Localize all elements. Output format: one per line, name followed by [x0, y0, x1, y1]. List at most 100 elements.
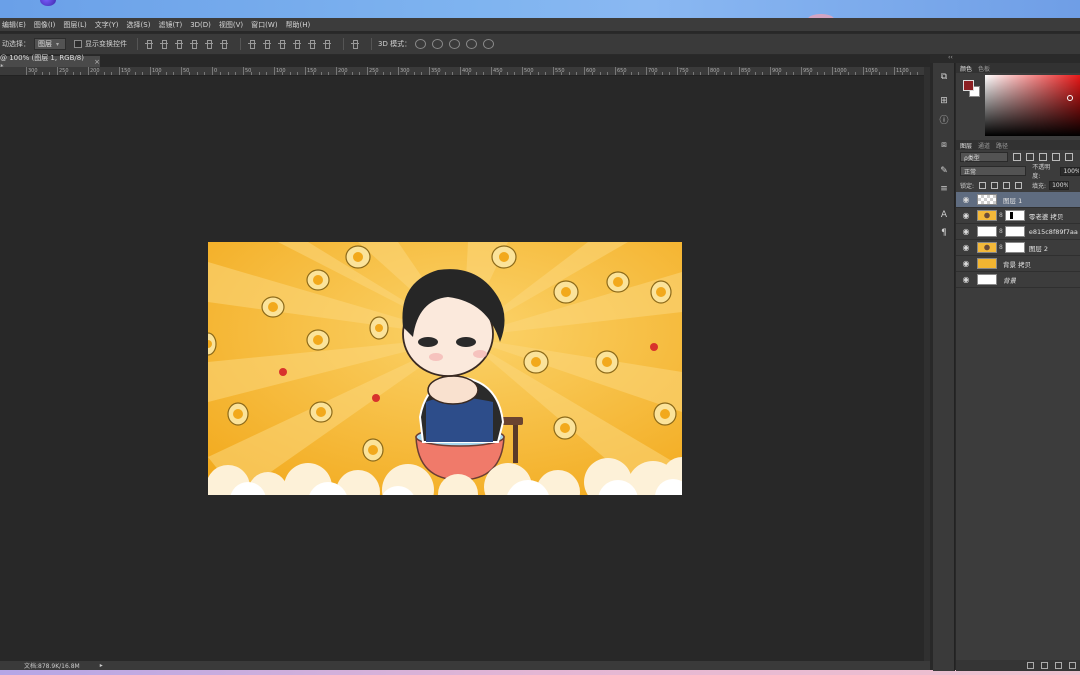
properties-icon[interactable]: ⊞: [938, 95, 950, 107]
menu-type[interactable]: 文字(Y): [95, 20, 119, 30]
menu-edit[interactable]: 编辑(E): [2, 20, 26, 30]
ruler-tick: [398, 67, 399, 75]
layer-mask-thumbnail[interactable]: [1004, 242, 1025, 253]
adjust-icon[interactable]: ≡: [938, 183, 950, 195]
lock-image-icon[interactable]: [991, 181, 999, 189]
ruler-minor-tick: [514, 72, 516, 75]
mask-link-icon[interactable]: 8: [999, 212, 1003, 219]
mask-link-icon[interactable]: 8: [999, 244, 1003, 251]
align-left-icon[interactable]: [189, 39, 199, 49]
ruler-tick: [615, 67, 616, 75]
collapse-chevron-icon[interactable]: ‹‹: [948, 54, 953, 61]
show-transform-checkbox[interactable]: [74, 40, 82, 48]
slide-3d-icon[interactable]: [466, 39, 478, 49]
artwork-canvas[interactable]: [208, 242, 682, 495]
eye-icon[interactable]: ◉: [961, 275, 971, 284]
eye-icon[interactable]: ◉: [961, 259, 971, 268]
ruler-minor-tick: [661, 72, 663, 75]
ruler-minor-tick: [785, 72, 787, 75]
paragraph-icon[interactable]: ¶: [938, 227, 950, 239]
ruler-tick: [832, 67, 833, 75]
layer-row[interactable]: ◉ 图层 1: [956, 192, 1080, 208]
ruler-minor-tick: [351, 72, 353, 75]
layer-mask-thumbnail[interactable]: [1004, 226, 1025, 237]
align-hcenter-icon[interactable]: [204, 39, 214, 49]
tab-paths[interactable]: 路径: [996, 141, 1008, 150]
align-right-icon[interactable]: [219, 39, 229, 49]
eye-icon[interactable]: ◉: [961, 227, 971, 236]
layer-style-icon[interactable]: [1041, 662, 1048, 669]
scale-3d-icon[interactable]: [483, 39, 495, 49]
layer-thumbnail: [977, 258, 997, 269]
tab-channels[interactable]: 通道: [978, 141, 990, 150]
menu-3d[interactable]: 3D(D): [190, 21, 211, 29]
filter-shape-icon[interactable]: [1052, 153, 1060, 161]
filter-smart-icon[interactable]: [1065, 153, 1073, 161]
menu-filter[interactable]: 滤镜(T): [158, 20, 182, 30]
status-menu-arrow-icon[interactable]: ▸: [100, 662, 103, 669]
distribute-bottom-icon[interactable]: [277, 39, 287, 49]
brush-preset-icon[interactable]: ✎: [938, 165, 950, 177]
menu-view[interactable]: 视图(V): [219, 20, 243, 30]
layer-row[interactable]: ◉ 背景 拷贝: [956, 256, 1080, 272]
link-layers-icon[interactable]: [1027, 662, 1034, 669]
menu-layer[interactable]: 图层(L): [63, 20, 86, 30]
tab-swatches[interactable]: 色板: [978, 64, 990, 73]
filter-type-icon[interactable]: [1039, 153, 1047, 161]
foreground-color-swatch[interactable]: [963, 80, 974, 91]
ruler-minor-tick: [886, 72, 888, 75]
distribute-top-icon[interactable]: [247, 39, 257, 49]
fill-input[interactable]: 100%: [1049, 180, 1070, 190]
align-bottom-icon[interactable]: [174, 39, 184, 49]
pan-3d-icon[interactable]: [449, 39, 461, 49]
eye-icon[interactable]: ◉: [961, 211, 971, 220]
character-icon[interactable]: A: [938, 209, 950, 221]
lock-transparent-icon[interactable]: [979, 181, 987, 189]
auto-select-dropdown[interactable]: 图层: [34, 38, 66, 50]
align-vcenter-icon[interactable]: [159, 39, 169, 49]
layer-row[interactable]: ◉ 8 e815c8f89f7aa: [956, 224, 1080, 240]
distribute-hcenter-icon[interactable]: [307, 39, 317, 49]
menu-window[interactable]: 窗口(W): [251, 20, 277, 30]
menu-image[interactable]: 图像(I): [34, 20, 56, 30]
layer-name: e815c8f89f7aa: [1028, 227, 1078, 236]
layer-row[interactable]: ◉ 8 零老婆 拷贝: [956, 208, 1080, 224]
layer-row[interactable]: ◉ 8 图层 2: [956, 240, 1080, 256]
ruler-minor-tick: [405, 72, 407, 75]
eye-icon[interactable]: ◉: [961, 243, 971, 252]
history-icon[interactable]: ⧉: [938, 71, 950, 83]
align-top-icon[interactable]: [144, 39, 154, 49]
add-mask-icon[interactable]: [1055, 662, 1062, 669]
layer-row[interactable]: ◉ 背景: [956, 272, 1080, 288]
distribute-left-icon[interactable]: [292, 39, 302, 49]
blend-mode-select[interactable]: 正常: [960, 166, 1027, 176]
new-adjustment-icon[interactable]: [1069, 662, 1076, 669]
color-picker-field[interactable]: [985, 75, 1080, 136]
tab-layers[interactable]: 图层: [960, 141, 972, 150]
distribute-right-icon[interactable]: [322, 39, 332, 49]
lock-position-icon[interactable]: [1003, 181, 1011, 189]
clone-source-icon[interactable]: ⧈: [938, 139, 950, 151]
mask-link-icon[interactable]: 8: [999, 228, 1003, 235]
layer-kind-filter[interactable]: ρ类型: [960, 152, 1008, 162]
menu-help[interactable]: 帮助(H): [286, 20, 311, 30]
auto-align-icon[interactable]: [350, 39, 360, 49]
layer-mask-thumbnail[interactable]: [1004, 210, 1025, 221]
tab-color[interactable]: 颜色: [960, 64, 972, 73]
rotate-3d-icon[interactable]: [415, 39, 427, 49]
opacity-input[interactable]: 100%: [1060, 166, 1080, 176]
close-icon[interactable]: ×: [94, 58, 100, 66]
document-tab[interactable]: @ 100% (图层 1, RGB/8) * ×: [0, 54, 100, 71]
panel-collapse-bar[interactable]: ‹‹: [930, 54, 1080, 63]
distribute-vcenter-icon[interactable]: [262, 39, 272, 49]
roll-3d-icon[interactable]: [432, 39, 444, 49]
ruler-minor-tick: [498, 72, 500, 75]
lock-all-icon[interactable]: [1015, 181, 1023, 189]
filter-pixel-icon[interactable]: [1013, 153, 1021, 161]
menu-select[interactable]: 选择(S): [127, 20, 151, 30]
info-icon[interactable]: ⓘ: [938, 113, 950, 126]
eye-icon[interactable]: ◉: [961, 195, 971, 204]
vertical-scrollbar[interactable]: [924, 67, 930, 661]
filter-adjustment-icon[interactable]: [1026, 153, 1034, 161]
color-picker-marker[interactable]: [1067, 95, 1073, 101]
